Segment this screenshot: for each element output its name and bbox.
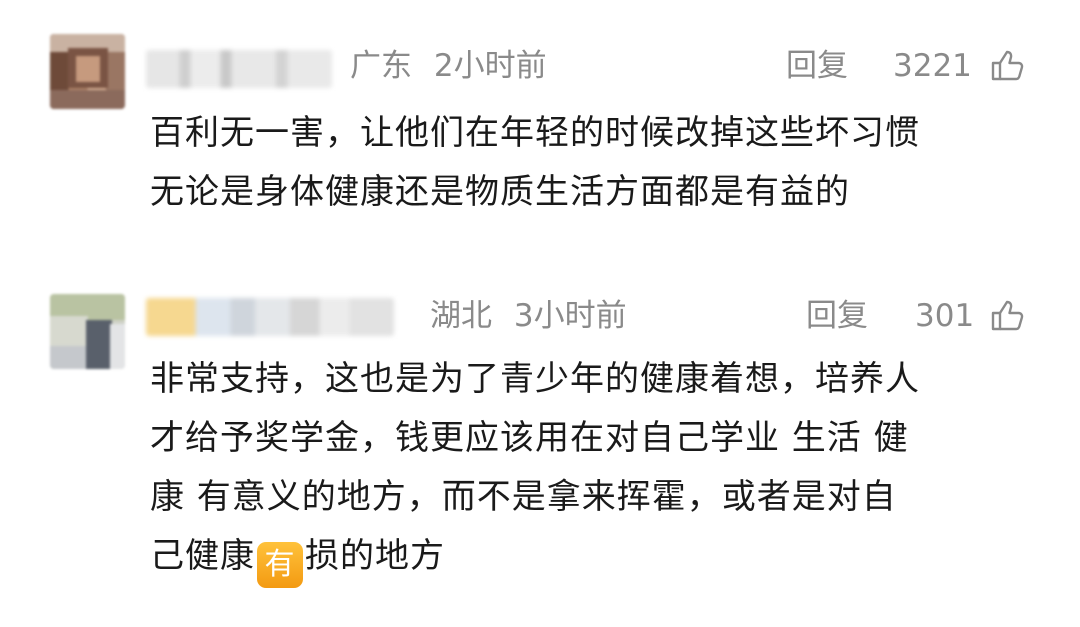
comment-item: 广东 2小时前 回复 3221 百利无一害，让他们在年轻的时候改掉这些坏习惯 无…	[0, 0, 1080, 270]
thumbs-up-icon[interactable]	[990, 48, 1026, 82]
reply-button[interactable]: 回复	[806, 296, 868, 336]
comment-line: 才给予奖学金，钱更应该用在对自己学业 生活 健	[150, 418, 909, 458]
comment-text-fragment: 损的地方	[305, 536, 445, 576]
comment-meta: 广东 2小时前	[350, 46, 547, 86]
comment-meta: 湖北 3小时前	[430, 296, 627, 336]
comment-line: 己健康有损的地方	[150, 527, 1050, 588]
avatar[interactable]	[50, 34, 125, 109]
username-blurred[interactable]	[146, 50, 332, 88]
region-label: 湖北	[430, 298, 492, 334]
comment-line: 百利无一害，让他们在年轻的时候改掉这些坏习惯	[150, 113, 920, 153]
region-label: 广东	[350, 48, 412, 84]
username-blurred[interactable]	[146, 298, 394, 336]
time-label: 2小时前	[433, 48, 547, 84]
reply-button[interactable]: 回复	[786, 46, 848, 86]
comment-line: 无论是身体健康还是物质生活方面都是有益的	[150, 172, 850, 212]
comment-item: 湖北 3小时前 回复 301 非常支持，这也是为了青少年的健康着想，培养人 才给…	[0, 270, 1080, 627]
avatar[interactable]	[50, 294, 125, 369]
thumbs-up-icon[interactable]	[990, 298, 1026, 332]
like-count: 3221	[893, 48, 972, 84]
comment-text-fragment: 己健康	[150, 536, 255, 576]
comment-line: 康 有意义的地方，而不是拿来挥霍，或者是对自	[150, 477, 897, 517]
comment-text: 非常支持，这也是为了青少年的健康着想，培养人 才给予奖学金，钱更应该用在对自己学…	[150, 350, 1050, 588]
comment-text: 百利无一害，让他们在年轻的时候改掉这些坏习惯 无论是身体健康还是物质生活方面都是…	[150, 104, 1050, 222]
like-count: 301	[915, 298, 975, 334]
you-emoji-icon: 有	[257, 542, 303, 588]
comment-line: 非常支持，这也是为了青少年的健康着想，培养人	[150, 359, 920, 399]
time-label: 3小时前	[513, 298, 627, 334]
